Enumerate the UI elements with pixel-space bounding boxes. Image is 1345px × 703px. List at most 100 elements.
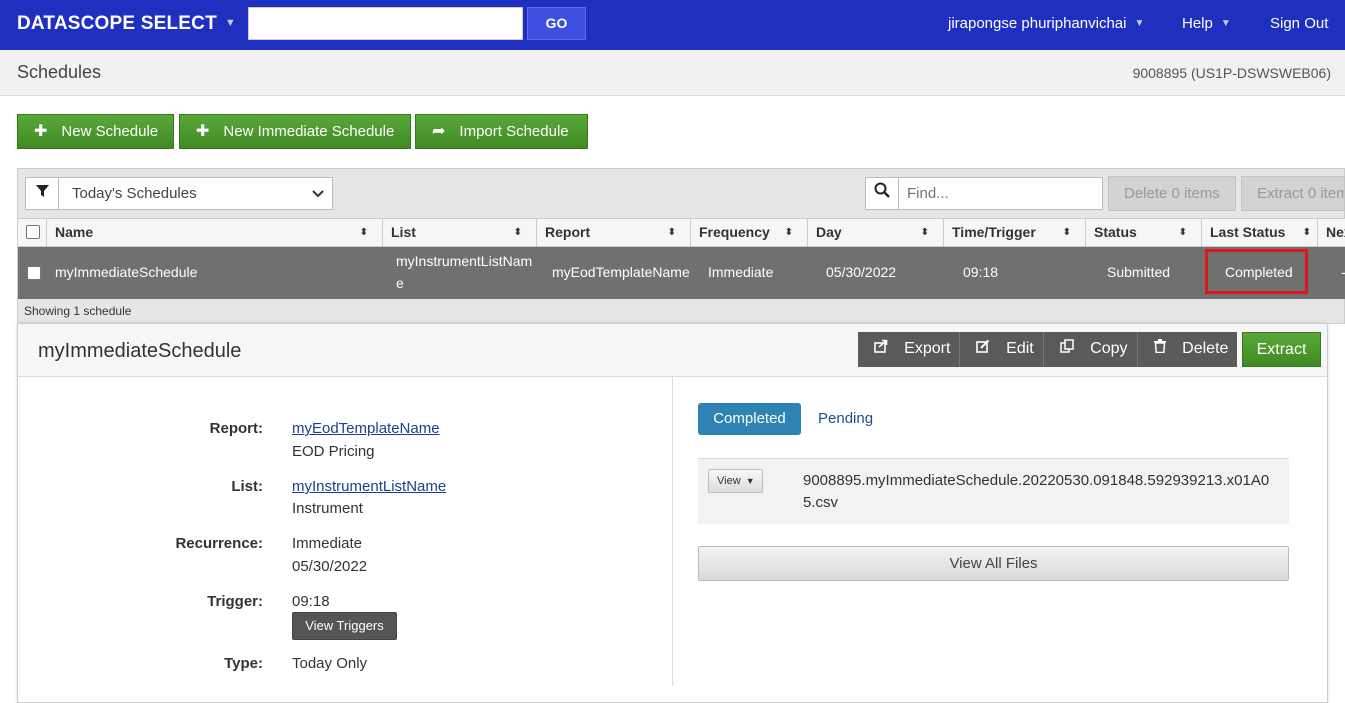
panel-divider: [672, 377, 673, 686]
row-time: 09:18: [963, 264, 999, 280]
sort-icon: ⬍: [784, 227, 793, 238]
col-day-header[interactable]: Day ⬍: [807, 219, 943, 246]
brand-menu[interactable]: DATASCOPE SELECT ▼: [17, 13, 236, 35]
brand-label: DATASCOPE SELECT: [17, 13, 217, 34]
export-icon: [874, 339, 892, 357]
help-menu[interactable]: Help ▼: [1182, 15, 1231, 32]
user-name: jirapongse phuriphanvichai: [948, 15, 1127, 32]
schedule-filter-select[interactable]: Today's Schedules: [58, 177, 333, 210]
share-arrow-icon: ➦: [432, 123, 446, 140]
highlight-box: [1205, 249, 1308, 294]
row-list-line2: e: [396, 275, 404, 291]
row-frequency: Immediate: [708, 264, 774, 280]
report-type: EOD Pricing: [292, 443, 375, 460]
view-label: View: [717, 475, 741, 487]
list-label: List:: [231, 478, 263, 495]
row-checkbox[interactable]: [27, 266, 41, 280]
import-label: Import Schedule: [459, 123, 569, 140]
trigger-value: 09:18: [292, 593, 330, 610]
col-frequency-header[interactable]: Frequency ⬍: [690, 219, 807, 246]
copy-icon: [1060, 339, 1078, 357]
row-status: Submitted: [1107, 264, 1171, 280]
recurrence-date: 05/30/2022: [292, 558, 368, 575]
col-time-header[interactable]: Time/Trigger ⬍: [943, 219, 1085, 246]
col-report-header[interactable]: Report ⬍: [536, 219, 690, 246]
trigger-label: Trigger:: [207, 593, 263, 610]
go-button[interactable]: GO: [527, 7, 586, 40]
caret-down-icon: ▼: [1134, 18, 1145, 29]
sort-icon: ⬍: [359, 227, 368, 238]
select-all-checkbox[interactable]: [26, 225, 40, 239]
trash-icon: [1154, 339, 1170, 357]
col-day-label: Day: [816, 224, 842, 240]
detail-title: myImmediateSchedule: [38, 340, 242, 362]
col-status-header[interactable]: Status ⬍: [1085, 219, 1201, 246]
row-name: myImmediateSchedule: [55, 264, 198, 280]
col-next-label: Next: [1326, 224, 1345, 240]
import-schedule-button[interactable]: ➦ Import Schedule: [415, 114, 588, 149]
type-label: Type:: [224, 655, 263, 672]
col-list-header[interactable]: List ⬍: [382, 219, 536, 246]
extract-button[interactable]: Extract: [1242, 332, 1321, 367]
grid-header: Name ⬍ List ⬍ Report ⬍ Frequency ⬍ Day ⬍ Time…: [18, 218, 1345, 247]
col-status-label: Status: [1094, 224, 1137, 240]
edit-button[interactable]: Edit: [960, 332, 1044, 367]
export-button[interactable]: Export: [858, 332, 960, 367]
row-report: myEodTemplateName: [552, 264, 690, 280]
filter-icon[interactable]: [25, 177, 59, 210]
col-next-header[interactable]: Next: [1317, 219, 1345, 246]
view-all-files-button[interactable]: View All Files: [698, 546, 1289, 581]
filter-value: Today's Schedules: [72, 185, 197, 202]
col-name-header[interactable]: Name ⬍: [46, 219, 382, 246]
plus-icon: ✚: [196, 123, 210, 140]
top-navbar: DATASCOPE SELECT ▼ GO jirapongse phuripha…: [0, 0, 1345, 50]
view-triggers-button[interactable]: View Triggers: [292, 612, 397, 640]
col-time-label: Time/Trigger: [952, 224, 1036, 240]
extract-items-button[interactable]: Extract 0 items: [1241, 176, 1345, 211]
row-list-line1: myInstrumentListNam: [396, 253, 533, 269]
search-icon[interactable]: [865, 177, 899, 210]
chevron-down-icon: [312, 178, 324, 209]
new-immediate-label: New Immediate Schedule: [223, 123, 395, 140]
caret-down-icon: ▼: [224, 17, 236, 29]
edit-icon: [976, 339, 994, 357]
page-title: Schedules: [17, 62, 102, 82]
page-header: Schedules 9008895 (US1P-DSWSWEB06): [0, 50, 1345, 96]
caret-down-icon: ▼: [1220, 18, 1231, 29]
tab-completed[interactable]: Completed: [698, 403, 801, 435]
copy-button[interactable]: Copy: [1044, 332, 1138, 367]
sort-icon: ⬍: [1302, 227, 1311, 238]
find-input[interactable]: [898, 177, 1103, 210]
new-schedule-button[interactable]: ✚ New Schedule: [17, 114, 174, 149]
export-label: Export: [904, 340, 951, 357]
row-count: Showing 1 schedule: [24, 304, 132, 318]
delete-button[interactable]: Delete: [1138, 332, 1237, 367]
row-next: -: [1341, 264, 1345, 280]
col-list-label: List: [391, 224, 416, 240]
tab-pending[interactable]: Pending: [818, 410, 873, 427]
list-type: Instrument: [292, 500, 363, 517]
sort-icon: ⬍: [667, 227, 676, 238]
recurrence-label: Recurrence:: [175, 535, 263, 552]
sort-icon: ⬍: [513, 227, 522, 238]
type-value: Today Only: [292, 655, 368, 672]
view-dropdown-button[interactable]: View ▼: [708, 469, 763, 493]
col-report-label: Report: [545, 224, 591, 240]
file-name: 9008895.myImmediateSchedule.20220530.091…: [803, 472, 1270, 511]
delete-label: Delete: [1182, 340, 1229, 357]
new-immediate-schedule-button[interactable]: ✚ New Immediate Schedule: [179, 114, 411, 149]
col-name-label: Name: [55, 224, 94, 240]
sort-icon: ⬍: [1062, 227, 1071, 238]
global-search-input[interactable]: [248, 7, 523, 40]
copy-label: Copy: [1090, 340, 1128, 357]
user-menu[interactable]: jirapongse phuriphanvichai ▼: [948, 15, 1144, 32]
sign-out-link[interactable]: Sign Out: [1270, 15, 1328, 32]
delete-items-button[interactable]: Delete 0 items: [1108, 176, 1236, 211]
col-frequency-label: Frequency: [699, 224, 770, 240]
list-link[interactable]: myInstrumentListName: [292, 478, 446, 495]
table-row[interactable]: myImmediateSchedule myInstrumentListNam …: [18, 247, 1345, 299]
col-last-status-header[interactable]: Last Status ⬍: [1201, 219, 1317, 246]
recurrence-value: Immediate: [292, 535, 363, 552]
report-link[interactable]: myEodTemplateName: [292, 420, 440, 437]
help-label: Help: [1182, 15, 1213, 32]
